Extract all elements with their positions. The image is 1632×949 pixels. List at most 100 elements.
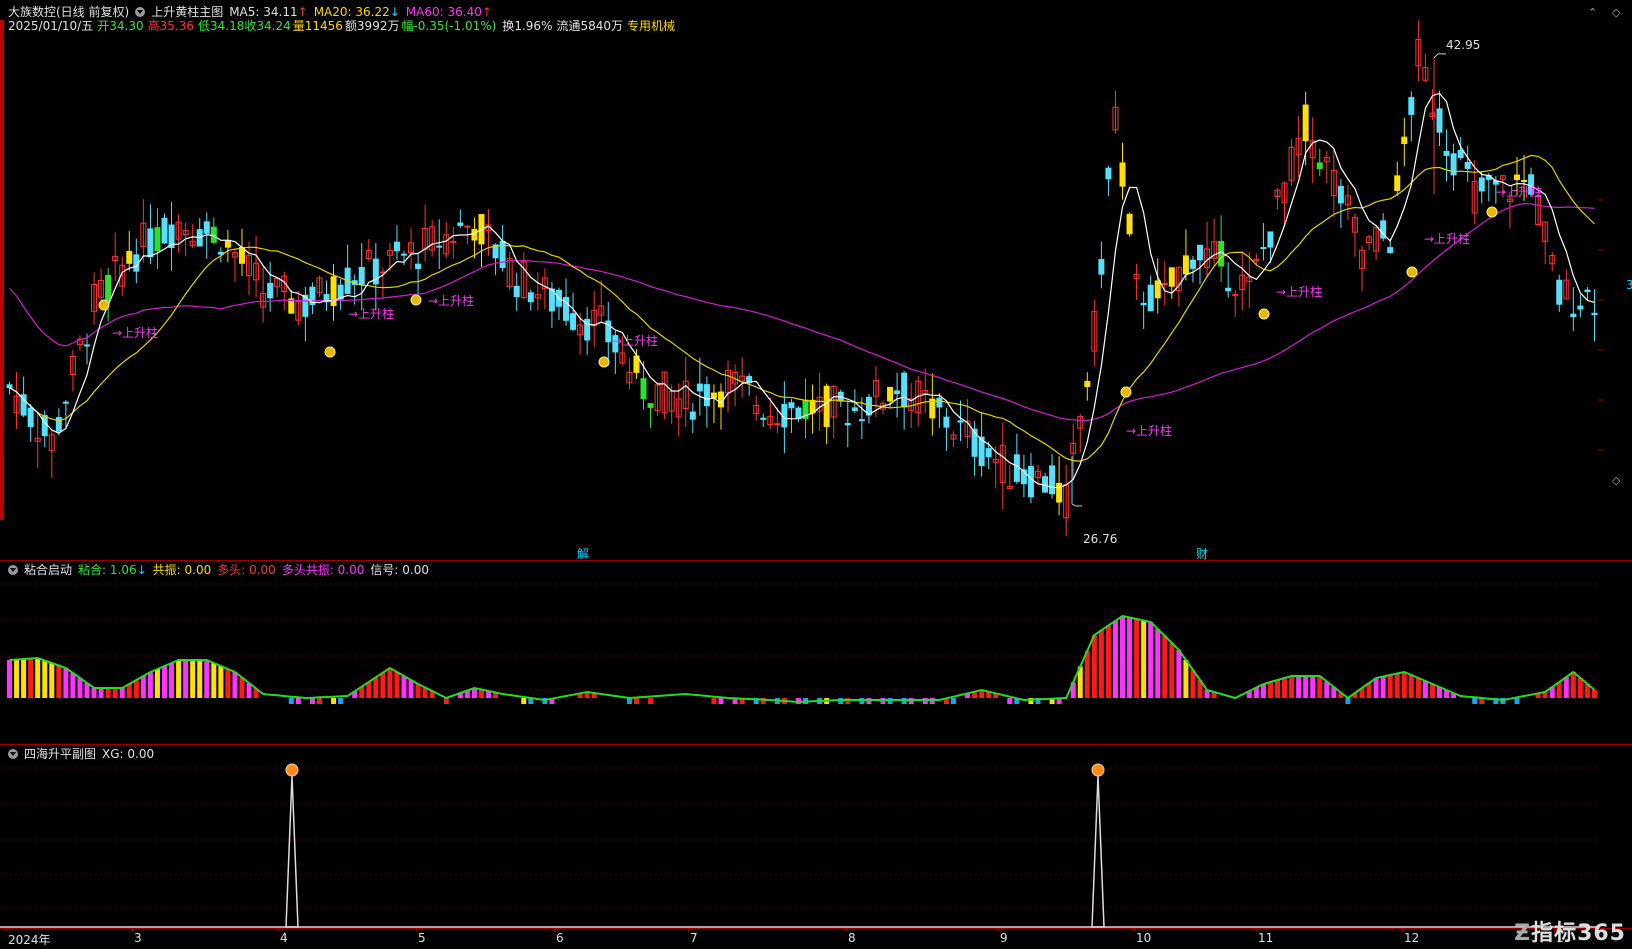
- sub1-histogram-bar: [1570, 672, 1576, 698]
- min-price-label: 26.76: [1083, 532, 1118, 546]
- candle-body: [203, 221, 210, 234]
- sub1-histogram-bar: [1591, 690, 1597, 698]
- candle-body: [126, 250, 133, 264]
- sub2-signal-spike: [1091, 775, 1105, 928]
- x-axis-tick: [998, 928, 999, 932]
- candle-body: [760, 417, 767, 420]
- sub1-histogram-bar: [1183, 660, 1189, 698]
- candle-body: [217, 251, 224, 255]
- candle-body: [710, 392, 717, 399]
- candle-body: [288, 298, 295, 314]
- candle-body: [238, 247, 245, 264]
- signal-label-shangshengzhu: →上升柱: [428, 293, 474, 308]
- candle-body: [62, 401, 69, 404]
- x-axis-label: 2024年: [8, 933, 51, 947]
- candle-body: [1478, 177, 1485, 192]
- sub1-histogram-bar: [373, 677, 379, 698]
- candle-body: [1098, 259, 1105, 275]
- sub1-histogram-bar: [1387, 675, 1393, 698]
- candle-body: [901, 372, 908, 408]
- sub1-histogram-bar: [401, 676, 407, 698]
- candle-body: [1049, 465, 1056, 495]
- sub1-histogram-chart[interactable]: [0, 560, 1632, 740]
- sub2-signal-marker-icon: [285, 763, 299, 777]
- sub1-histogram-bar: [105, 688, 111, 698]
- sub1-histogram-bar: [42, 660, 48, 698]
- x-axis-tick: [1256, 928, 1257, 932]
- signal-label-shangshengzhu: →上升柱: [348, 306, 394, 321]
- main-candlestick-chart[interactable]: →上升柱 →上升柱 →上升柱 →上升柱 →上升柱 →上升柱 →上升柱 →上升柱: [0, 0, 1632, 560]
- x-axis-label: 9: [1000, 931, 1008, 945]
- signal-label-shangshengzhu: →上升柱: [112, 325, 158, 340]
- sub1-histogram-bar: [1296, 676, 1302, 698]
- sub1-histogram-bar: [1401, 672, 1407, 698]
- sub1-histogram-bar: [232, 672, 238, 698]
- sub1-histogram-bar: [1563, 677, 1569, 698]
- candle-body: [401, 253, 407, 256]
- ma60-line: [9, 202, 1595, 422]
- sub2-signal-chart[interactable]: [0, 744, 1632, 934]
- sub1-histogram-bar: [140, 676, 146, 698]
- sub1-histogram-bar: [1007, 698, 1013, 704]
- x-axis-tick: [132, 928, 133, 932]
- candle-body: [1084, 380, 1091, 388]
- sub1-histogram-bar: [169, 663, 175, 698]
- candle-body: [774, 423, 781, 426]
- candle-body: [788, 402, 795, 409]
- candle-body: [1056, 482, 1063, 503]
- candle-body: [1267, 231, 1274, 248]
- sub1-histogram-bar: [1134, 619, 1140, 698]
- candle-body: [1154, 280, 1161, 299]
- sub1-histogram-bar: [1303, 676, 1309, 698]
- candle-body: [415, 263, 422, 270]
- sub1-histogram-bar: [147, 672, 153, 698]
- sub1-histogram-bar: [204, 660, 210, 698]
- money-bag-icon: [1406, 266, 1418, 278]
- candle-body: [1168, 267, 1175, 287]
- sub1-histogram-bar: [288, 698, 294, 704]
- candle-body: [1464, 161, 1471, 169]
- candle-body: [1013, 454, 1020, 482]
- sub1-histogram-bar: [1282, 678, 1288, 698]
- sub1-histogram-bar: [309, 698, 315, 704]
- sub1-histogram-bar: [380, 672, 386, 698]
- candle-body: [943, 416, 950, 428]
- sub1-histogram-bar: [28, 658, 34, 698]
- sub1-histogram-bar: [295, 698, 301, 704]
- candle-body: [696, 383, 703, 392]
- candle-body: [647, 403, 654, 408]
- sub1-histogram-bar: [366, 682, 372, 698]
- sub1-histogram-bar: [70, 673, 76, 698]
- money-bag-icon: [1120, 386, 1132, 398]
- candle-body: [393, 241, 400, 252]
- candle-body: [1436, 108, 1443, 133]
- candle-body: [887, 386, 894, 402]
- candle-body: [1556, 279, 1563, 305]
- candle-body: [823, 385, 830, 428]
- sub1-histogram-bar: [711, 698, 717, 704]
- candle-body: [1584, 289, 1591, 293]
- candle-body: [154, 227, 161, 252]
- candle-body: [527, 292, 534, 303]
- sub1-histogram-bar: [154, 669, 160, 698]
- signal-label-shangshengzhu: →上升柱: [1424, 231, 1470, 246]
- sub1-histogram-bar: [21, 659, 27, 698]
- candle-body: [1521, 180, 1528, 183]
- money-bag-icon: [1258, 308, 1270, 320]
- sub1-histogram-bar: [225, 669, 231, 698]
- sub1-histogram-bar: [161, 666, 167, 698]
- sub1-histogram-bar: [316, 698, 322, 704]
- max-price-pointer: [1433, 53, 1446, 59]
- candle-body: [1570, 313, 1577, 318]
- x-axis-tick: [554, 928, 555, 932]
- x-axis-label: 6: [556, 931, 564, 945]
- sub1-histogram-bar: [1289, 676, 1295, 698]
- candle-body: [513, 285, 520, 298]
- money-bag-icon: [410, 294, 422, 306]
- sub1-histogram-bar: [1373, 678, 1379, 698]
- sub1-histogram-bar: [7, 660, 13, 698]
- sub1-histogram-bar: [1380, 676, 1386, 698]
- sub1-histogram-bar: [1274, 680, 1280, 698]
- sub1-histogram-bar: [1422, 681, 1428, 698]
- sub1-histogram-bar: [394, 672, 400, 698]
